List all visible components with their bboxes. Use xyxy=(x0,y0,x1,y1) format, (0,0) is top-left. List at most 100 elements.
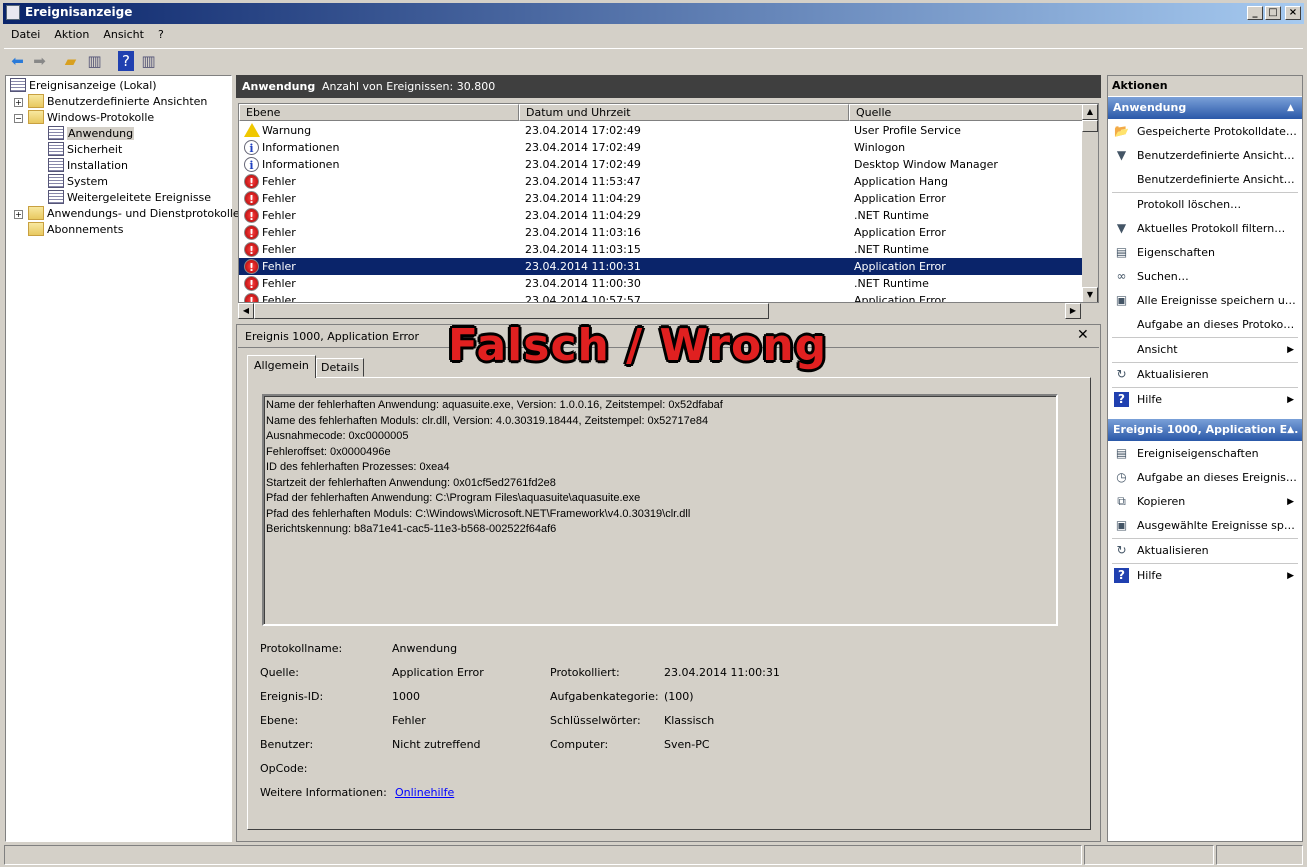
action-item[interactable]: ▼ Benutzerdefinierte Ansicht… xyxy=(1108,144,1298,168)
action-item[interactable]: 📂 Gespeicherte Protokolldate… xyxy=(1108,120,1298,144)
action-item[interactable]: ◷ Aufgabe an dieses Ereignis… xyxy=(1108,466,1298,490)
cell-level: Fehler xyxy=(262,260,296,273)
tree-log-anwendung[interactable]: Anwendung xyxy=(48,126,135,142)
value-benutzer: Nicht zutreffend xyxy=(392,738,481,751)
table-row[interactable]: i Informationen 23.04.2014 17:02:49 Winl… xyxy=(239,139,1082,156)
action-item[interactable]: ▣ Alle Ereignisse speichern u… xyxy=(1108,289,1298,313)
action-item[interactable]: Ansicht ▶ xyxy=(1108,338,1298,362)
expand-icon[interactable]: + xyxy=(14,98,23,107)
table-row[interactable]: Warnung 23.04.2014 17:02:49 User Profile… xyxy=(239,122,1082,139)
folder-computer-icon xyxy=(28,110,44,124)
action-item[interactable]: ▼ Aktuelles Protokoll filtern… xyxy=(1108,217,1298,241)
action-item[interactable]: ? Hilfe ▶ xyxy=(1108,564,1298,588)
cell-level: Fehler xyxy=(262,175,296,188)
onlinehilfe-link[interactable]: Onlinehilfe xyxy=(395,786,454,799)
show-hide-actions-icon[interactable]: ▥ xyxy=(138,51,159,71)
scroll-left-button[interactable]: ◀ xyxy=(238,303,254,319)
column-ebene[interactable]: Ebene xyxy=(239,104,519,121)
scroll-down-button[interactable]: ▼ xyxy=(1082,287,1098,302)
forward-icon[interactable]: ➡ xyxy=(29,51,50,71)
cell-level: Fehler xyxy=(262,226,296,239)
tree-app-service-logs[interactable]: Anwendungs- und Dienstprotokolle xyxy=(28,206,240,222)
tree-log-installation[interactable]: Installation xyxy=(48,158,128,174)
action-item[interactable]: ▣ Ausgewählte Ereignisse sp… xyxy=(1108,514,1298,538)
minimize-button[interactable]: _ xyxy=(1247,6,1263,20)
action-item[interactable]: ▤ Eigenschaften xyxy=(1108,241,1298,265)
table-row[interactable]: ! Fehler 23.04.2014 11:04:29 Application… xyxy=(239,190,1082,207)
scroll-up-button[interactable]: ▲ xyxy=(1082,104,1098,120)
annotation-overlay: Falsch / Wrong xyxy=(448,320,828,371)
horizontal-scrollbar[interactable]: ◀ ▶ xyxy=(238,303,1099,319)
label-ereignis-id: Ereignis-ID: xyxy=(260,690,324,703)
action-label: Ansicht xyxy=(1137,343,1178,356)
vertical-scrollbar[interactable]: ▲ ▼ xyxy=(1082,104,1098,302)
event-viewer-icon xyxy=(6,5,20,20)
toolbar: ⬅ ➡ ▰ ▥ ? ▥ xyxy=(4,48,1303,72)
action-item[interactable]: Aufgabe an dieses Protoko… xyxy=(1108,313,1298,337)
scroll-thumb[interactable] xyxy=(254,303,769,319)
action-item[interactable]: ∞ Suchen… xyxy=(1108,265,1298,289)
event-description[interactable]: Name der fehlerhaften Anwendung: aquasui… xyxy=(262,394,1058,626)
column-quelle[interactable]: Quelle xyxy=(849,104,1083,121)
menu-help[interactable]: ? xyxy=(151,26,171,43)
actions-section-event[interactable]: Ereignis 1000, Application E… ▲ xyxy=(1108,419,1302,441)
action-label: Benutzerdefinierte Ansicht… xyxy=(1137,149,1295,162)
action-item[interactable]: Benutzerdefinierte Ansicht… xyxy=(1108,168,1298,192)
table-row[interactable]: ! Fehler 23.04.2014 11:00:31 Application… xyxy=(239,258,1082,275)
maximize-button[interactable]: □ xyxy=(1265,6,1281,20)
help-icon[interactable]: ? xyxy=(118,51,134,71)
table-row[interactable]: ! Fehler 23.04.2014 10:57:57 Application… xyxy=(239,292,1082,302)
tree-label: Installation xyxy=(67,159,128,172)
cell-source: .NET Runtime xyxy=(854,209,929,222)
table-row[interactable]: ! Fehler 23.04.2014 11:00:30 .NET Runtim… xyxy=(239,275,1082,292)
tree-windows-logs[interactable]: Windows-Protokolle xyxy=(28,110,154,126)
error-icon: ! xyxy=(244,174,259,189)
title-bar: Ereignisanzeige _ □ × xyxy=(0,0,1307,24)
action-item[interactable]: ▤ Ereigniseigenschaften xyxy=(1108,442,1298,466)
action-item[interactable]: ⧉ Kopieren ▶ xyxy=(1108,490,1298,514)
column-datum[interactable]: Datum und Uhrzeit xyxy=(519,104,849,121)
cell-date: 23.04.2014 11:04:29 xyxy=(525,209,641,222)
submenu-arrow-icon: ▶ xyxy=(1287,497,1294,507)
menu-ansicht[interactable]: Ansicht xyxy=(96,26,151,43)
status-bar xyxy=(4,845,1303,865)
action-item[interactable]: ? Hilfe ▶ xyxy=(1108,388,1298,412)
label-protokolliert: Protokolliert: xyxy=(550,666,620,679)
tree-log-sicherheit[interactable]: Sicherheit xyxy=(48,142,122,158)
action-item[interactable]: ↻ Aktualisieren xyxy=(1108,363,1298,387)
tree-log-forwarded[interactable]: Weitergeleitete Ereignisse xyxy=(48,190,211,206)
back-icon[interactable]: ⬅ xyxy=(7,51,28,71)
submenu-arrow-icon: ▶ xyxy=(1287,395,1294,405)
tree-custom-views[interactable]: Benutzerdefinierte Ansichten xyxy=(28,94,207,110)
collapse-icon[interactable]: ▲ xyxy=(1287,97,1294,119)
close-button[interactable]: × xyxy=(1285,6,1301,20)
menu-aktion[interactable]: Aktion xyxy=(47,26,96,43)
description-line: Berichtskennung: b8a71e41-cac5-11e3-b568… xyxy=(266,523,557,535)
action-label: Aktualisieren xyxy=(1137,368,1209,381)
tab-details[interactable]: Details xyxy=(316,358,365,377)
close-details-icon[interactable]: ✕ xyxy=(1077,327,1089,343)
collapse-icon[interactable]: ▲ xyxy=(1287,419,1294,441)
tab-allgemein[interactable]: Allgemein xyxy=(247,355,316,378)
table-row[interactable]: i Informationen 23.04.2014 17:02:49 Desk… xyxy=(239,156,1082,173)
menu-datei[interactable]: Datei xyxy=(4,26,47,43)
expand-icon[interactable]: + xyxy=(14,210,23,219)
up-folder-icon[interactable]: ▰ xyxy=(60,51,81,71)
table-row[interactable]: ! Fehler 23.04.2014 11:04:29 .NET Runtim… xyxy=(239,207,1082,224)
tree-root[interactable]: Ereignisanzeige (Lokal) xyxy=(10,78,157,94)
show-hide-tree-icon[interactable]: ▥ xyxy=(84,51,105,71)
log-icon xyxy=(48,142,64,156)
actions-section-anwendung[interactable]: Anwendung ▲ xyxy=(1108,97,1302,119)
cell-source: .NET Runtime xyxy=(854,277,929,290)
scroll-right-button[interactable]: ▶ xyxy=(1065,303,1081,319)
description-line: Ausnahmecode: 0xc0000005 xyxy=(266,430,409,442)
action-item[interactable]: Protokoll löschen… xyxy=(1108,193,1298,217)
scroll-thumb[interactable] xyxy=(1082,120,1098,132)
collapse-icon[interactable]: − xyxy=(14,114,23,123)
tree-log-system[interactable]: System xyxy=(48,174,108,190)
table-row[interactable]: ! Fehler 23.04.2014 11:03:15 .NET Runtim… xyxy=(239,241,1082,258)
table-row[interactable]: ! Fehler 23.04.2014 11:03:16 Application… xyxy=(239,224,1082,241)
tree-subscriptions[interactable]: Abonnements xyxy=(28,222,123,238)
action-item[interactable]: ↻ Aktualisieren xyxy=(1108,539,1298,563)
table-row[interactable]: ! Fehler 23.04.2014 11:53:47 Application… xyxy=(239,173,1082,190)
